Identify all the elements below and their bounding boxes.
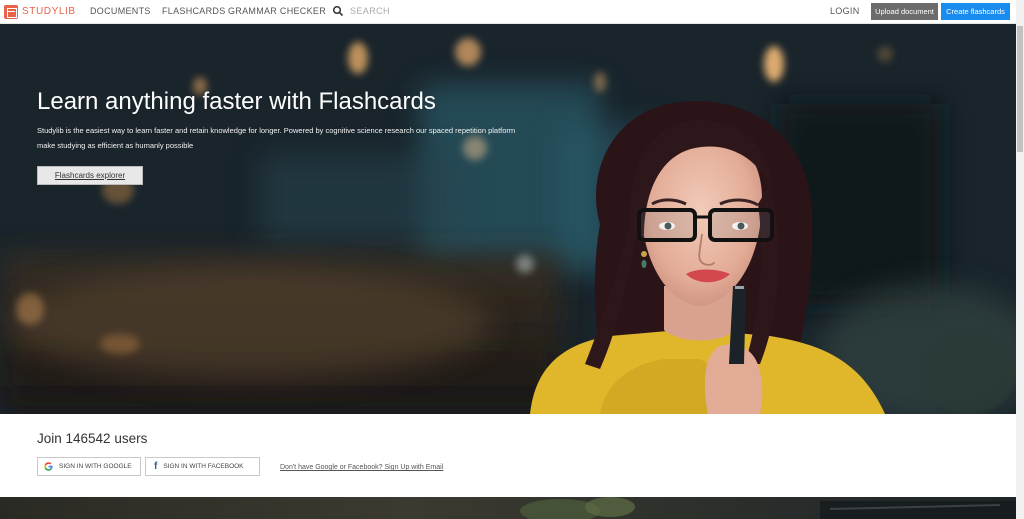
facebook-button-label: SIGN IN WITH FACEBOOK (163, 463, 244, 470)
facebook-icon: f (154, 461, 158, 472)
hero-background-image (0, 24, 1016, 414)
hero-section: Learn anything faster with Flashcards St… (0, 24, 1016, 414)
sign-in-facebook-button[interactable]: f SIGN IN WITH FACEBOOK (145, 457, 260, 476)
upload-document-button[interactable]: Upload document (871, 3, 938, 20)
google-button-label: SIGN IN WITH GOOGLE (59, 463, 132, 470)
hero-title: Learn anything faster with Flashcards (37, 88, 436, 115)
create-flashcards-button[interactable]: Create flashcards (941, 3, 1010, 20)
google-icon (44, 462, 53, 471)
page-scrollbar[interactable] (1016, 0, 1024, 519)
login-link[interactable]: LOGIN (830, 6, 860, 16)
scrollbar-thumb[interactable] (1017, 26, 1023, 152)
hero-description: Studylib is the easiest way to learn fas… (37, 126, 516, 150)
studylib-logo-icon (4, 4, 18, 19)
bottom-image-band (0, 497, 1016, 519)
sign-in-google-button[interactable]: SIGN IN WITH GOOGLE (37, 457, 141, 476)
flashcards-explorer-button[interactable]: Flashcards explorer (37, 166, 143, 185)
bottom-band-image (520, 497, 1016, 519)
logo[interactable]: STUDYLIB (4, 0, 76, 24)
nav-flashcards-link[interactable]: FLASHCARDS (162, 6, 226, 16)
nav-grammar-checker-link[interactable]: GRAMMAR CHECKER (228, 6, 326, 16)
top-navbar: STUDYLIB DOCUMENTS FLASHCARDS GRAMMAR CH… (0, 0, 1016, 24)
sign-up-email-link[interactable]: Don't have Google or Facebook? Sign Up w… (280, 464, 443, 471)
logo-text: STUDYLIB (22, 6, 76, 17)
search-input[interactable] (350, 3, 470, 19)
nav-documents-link[interactable]: DOCUMENTS (90, 6, 151, 16)
search-icon[interactable] (332, 5, 344, 17)
join-users-heading: Join 146542 users (37, 431, 148, 446)
